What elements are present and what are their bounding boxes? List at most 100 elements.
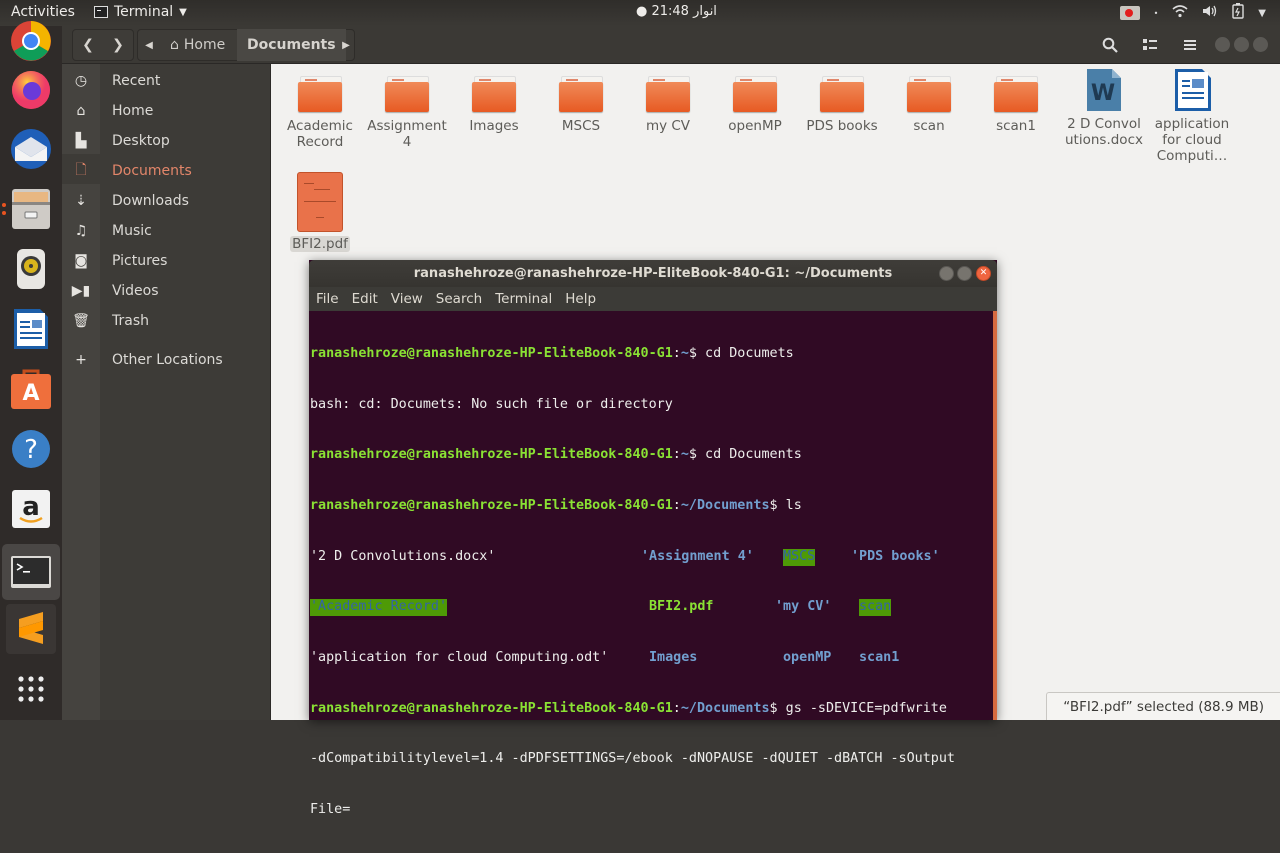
sidebar-item-documents[interactable]: 🗋 Documents <box>62 156 271 186</box>
show-apps-button[interactable] <box>6 664 56 714</box>
minimize-button[interactable] <box>1215 37 1230 52</box>
file-item-docx[interactable]: W 2 D Convolutions.docx <box>1064 68 1144 148</box>
system-tray[interactable]: • ▼ <box>1119 3 1266 23</box>
ls-entry: Images <box>649 650 698 666</box>
ls-row: 'application for cloud Computing.odt' Im… <box>310 650 993 667</box>
folder-icon <box>994 76 1038 112</box>
triangle-left-icon: ◀ <box>145 39 153 51</box>
dock-rhythmbox[interactable] <box>6 244 56 294</box>
file-item-folder[interactable]: Assignment 4 <box>367 76 447 150</box>
menu-help[interactable]: Help <box>565 291 596 307</box>
terminal-line: ranashehroze@ranashehroze-HP-EliteBook-8… <box>310 700 947 716</box>
ls-entry: 'Assignment 4' <box>641 548 754 564</box>
sidebar-item-downloads[interactable]: ⇣ Downloads <box>62 186 271 216</box>
maximize-button[interactable] <box>1234 37 1249 52</box>
help-icon: ? <box>12 430 50 468</box>
sidebar-item-other-locations[interactable]: + Other Locations <box>62 345 271 375</box>
terminal-line: -dCompatibilitylevel=1.4 -dPDFSETTINGS=/… <box>310 751 993 768</box>
dot-indicator-icon: • <box>1153 8 1159 18</box>
path-scroll-right[interactable]: ▶ <box>337 30 355 60</box>
terminal-output[interactable]: ranashehroze@ranashehroze-HP-EliteBook-8… <box>309 311 993 817</box>
top-bar: Activities Terminal ▼ ● انوار 21:48 • ▼ <box>0 0 1280 26</box>
file-item-folder[interactable]: my CV <box>628 76 708 134</box>
back-button[interactable]: ❮ <box>74 30 102 60</box>
sidebar-item-home[interactable]: ⌂ Home <box>62 96 271 126</box>
ls-entry: 'application for cloud Computing.odt' <box>310 650 609 666</box>
home-icon: ⌂ <box>170 37 179 53</box>
download-icon: ⇣ <box>75 193 87 209</box>
sidebar-item-pictures[interactable]: ◙ Pictures <box>62 246 271 276</box>
selection-status: “BFI2.pdf” selected (88.9 MB) <box>1046 692 1280 720</box>
triangle-right-icon: ▶ <box>342 39 350 51</box>
folder-icon <box>559 76 603 112</box>
file-item-odt[interactable]: application for cloud Computi… <box>1151 68 1233 164</box>
thunderbird-icon <box>11 129 51 169</box>
clock-icon: ◷ <box>74 73 88 89</box>
forward-button[interactable]: ❯ <box>104 30 132 60</box>
word-document-icon: W <box>1086 68 1122 112</box>
menu-search[interactable]: Search <box>436 291 482 307</box>
sidebar-item-desktop[interactable]: ▙ Desktop <box>62 126 271 156</box>
screen-recorder-icon[interactable] <box>1119 6 1140 20</box>
file-name: PDS books <box>806 118 878 134</box>
chevron-right-icon: ❯ <box>112 37 124 53</box>
menu-view[interactable]: View <box>391 291 423 307</box>
ls-entry: 'PDS books' <box>851 548 940 564</box>
grid-icon <box>18 676 44 702</box>
dock-files[interactable] <box>6 184 56 234</box>
prompt-path: ~/Documents <box>680 497 770 513</box>
terminal-scrollbar[interactable] <box>993 311 997 720</box>
terminal-titlebar[interactable]: ranashehroze@ranashehroze-HP-EliteBook-8… <box>309 260 997 287</box>
menu-terminal[interactable]: Terminal <box>495 291 552 307</box>
dock-terminal[interactable] <box>2 544 60 600</box>
sidebar-label: Music <box>112 223 152 239</box>
breadcrumb-home[interactable]: ⌂ Home <box>160 29 235 61</box>
minimize-button[interactable] <box>939 266 954 281</box>
sidebar-item-trash[interactable]: 🗑 Trash <box>62 306 271 336</box>
file-item-folder[interactable]: Images <box>454 76 534 134</box>
dock-firefox[interactable] <box>6 64 56 114</box>
search-button[interactable] <box>1094 30 1126 60</box>
folder-icon <box>733 76 777 112</box>
file-name: 2 D Convolutions.docx <box>1065 116 1143 148</box>
dock-amazon[interactable]: a <box>6 484 56 534</box>
app-menu[interactable]: Terminal ▼ <box>94 4 187 20</box>
ls-entry: openMP <box>783 650 832 666</box>
close-button[interactable] <box>1253 37 1268 52</box>
sidebar-item-recent[interactable]: ◷ Recent <box>62 66 271 96</box>
sublime-icon <box>19 612 43 644</box>
sidebar-item-music[interactable]: ♫ Music <box>62 216 271 246</box>
dock-software[interactable]: A <box>6 364 56 414</box>
file-item-folder[interactable]: openMP <box>715 76 795 134</box>
path-scroll-left[interactable]: ◀ <box>139 30 159 60</box>
terminal-window: ranashehroze@ranashehroze-HP-EliteBook-8… <box>309 260 997 817</box>
ls-entry: scan1 <box>859 650 900 666</box>
menu-file[interactable]: File <box>316 291 339 307</box>
file-item-folder[interactable]: Academic Record <box>280 76 360 150</box>
file-item-pdf-selected[interactable]: BFI2.pdf <box>280 172 360 252</box>
file-item-folder[interactable]: scan1 <box>976 76 1056 134</box>
file-item-folder[interactable]: MSCS <box>541 76 621 134</box>
sidebar-item-videos[interactable]: ▶▮ Videos <box>62 276 271 306</box>
writer-document-icon <box>1174 68 1211 112</box>
maximize-button[interactable] <box>957 266 972 281</box>
dock-sublime[interactable] <box>6 604 56 654</box>
breadcrumb-documents[interactable]: Documents <box>237 29 346 61</box>
menu-edit[interactable]: Edit <box>352 291 378 307</box>
ls-entry: BFI2.pdf <box>649 599 714 615</box>
folder-icon: ▙ <box>75 133 87 149</box>
app-menu-label: Terminal <box>114 4 174 20</box>
dock-writer[interactable] <box>6 304 56 354</box>
dock-help[interactable]: ? <box>6 424 56 474</box>
close-button[interactable]: ✕ <box>976 266 991 281</box>
dock-chrome[interactable] <box>6 16 56 66</box>
dock-thunderbird[interactable] <box>6 124 56 174</box>
terminal-line: File= <box>310 802 993 819</box>
file-item-folder[interactable]: scan <box>889 76 969 134</box>
view-toggle-button[interactable] <box>1134 30 1166 60</box>
menu-button[interactable] <box>1174 30 1206 60</box>
clock[interactable]: ● انوار 21:48 <box>636 4 717 19</box>
file-item-folder[interactable]: PDS books <box>802 76 882 134</box>
sidebar-label: Videos <box>112 283 159 299</box>
sidebar-label: Trash <box>112 313 149 329</box>
